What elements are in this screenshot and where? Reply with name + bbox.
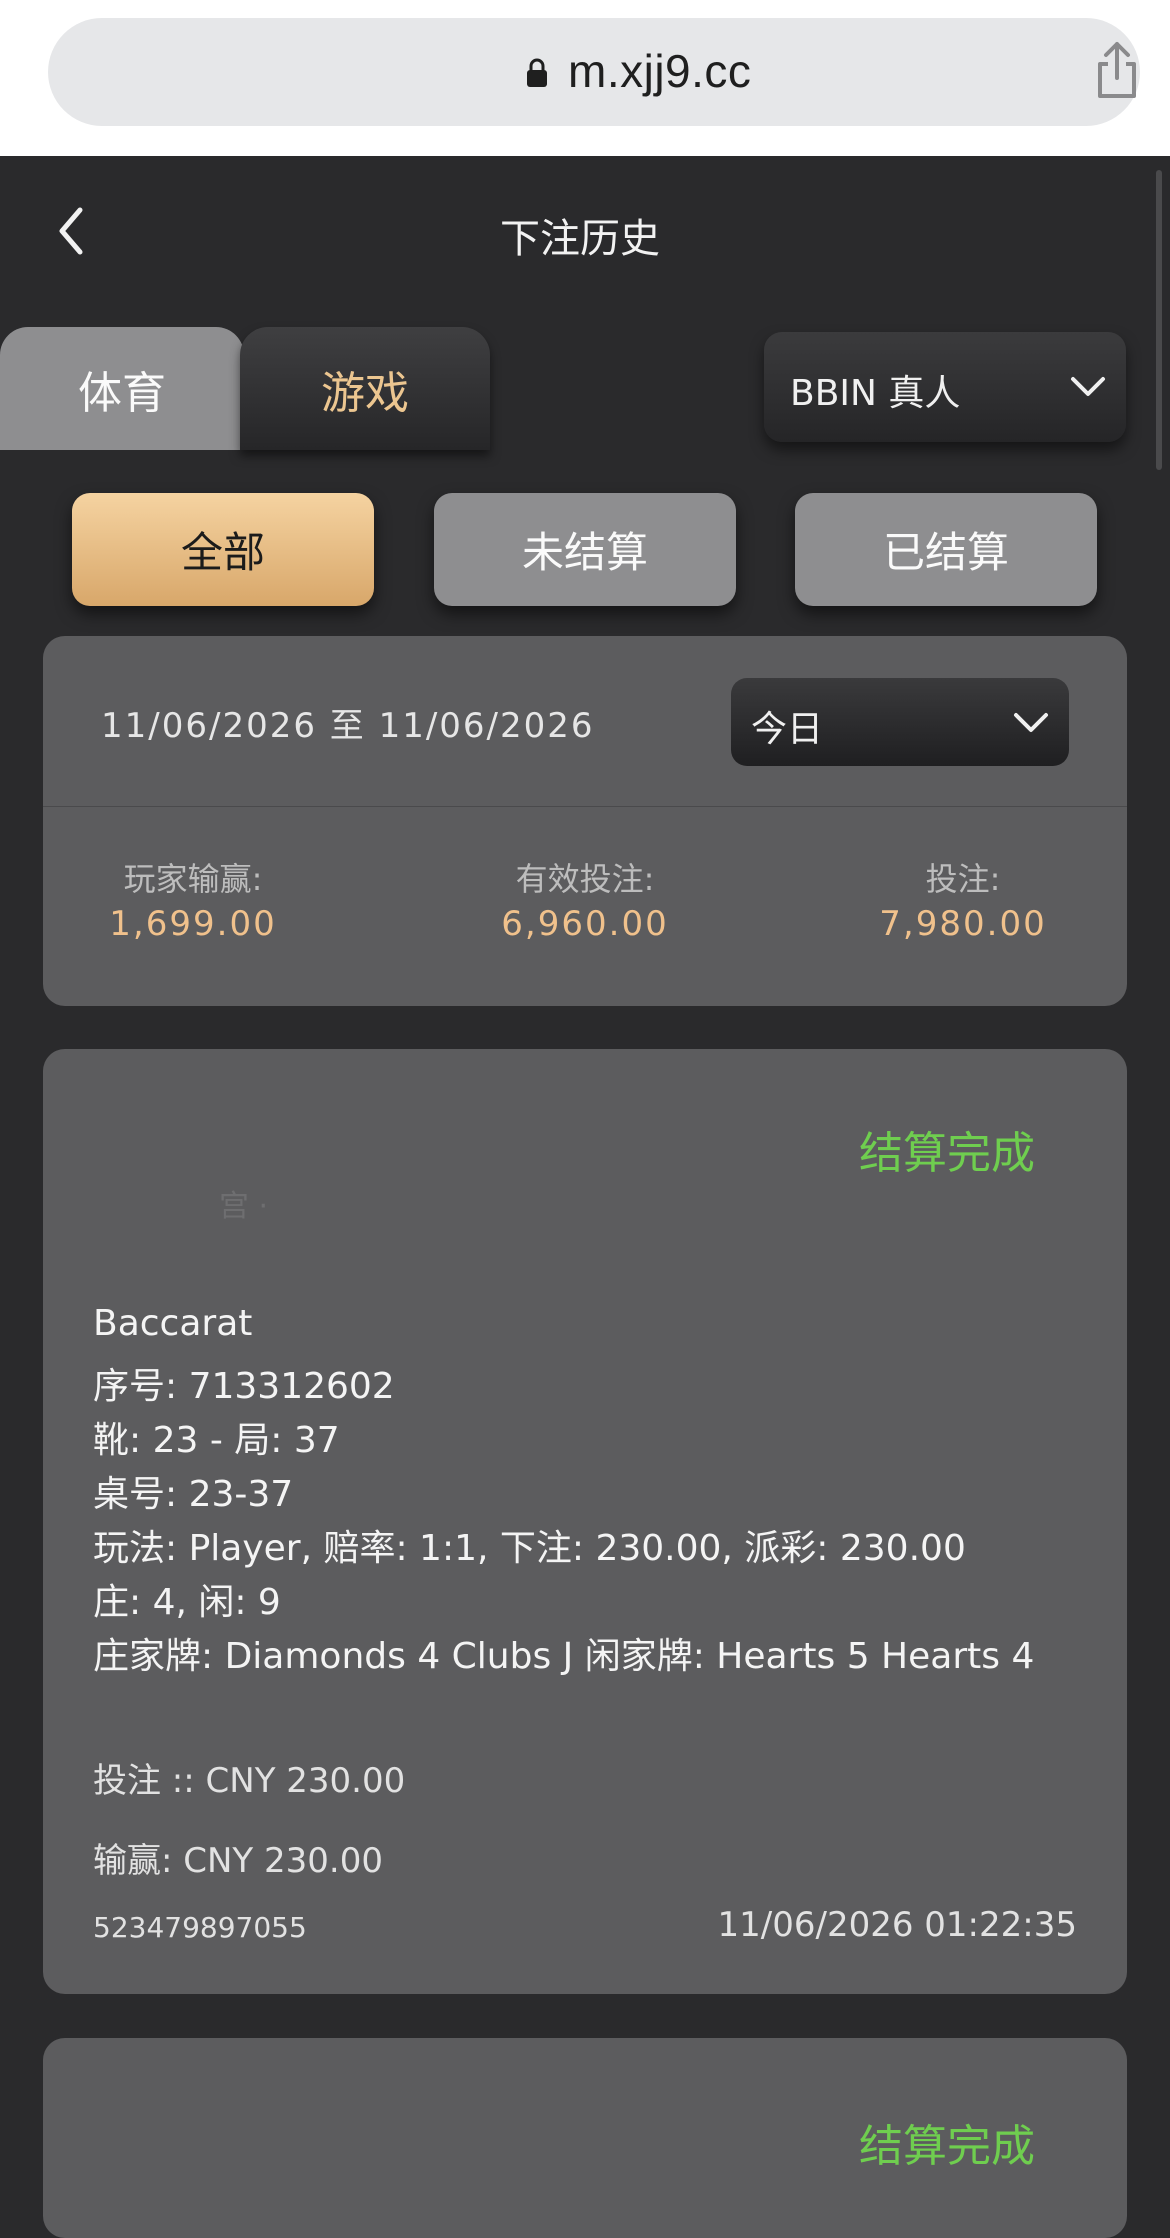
- bet-record-card[interactable]: 结算完成: [43, 2038, 1127, 2238]
- period-selected-value: 今日: [751, 709, 824, 750]
- stat-total-bet: 投注: 7,980.00: [813, 854, 1113, 944]
- platform-selected-value: BBIN 真人: [790, 373, 961, 414]
- settlement-status: 结算完成: [859, 1128, 1035, 1179]
- table-number: 桌号: 23-37: [93, 1474, 294, 1515]
- summary-card: 11/06/2026 至 11/06/2026 今日 玩家输赢: 1,699.0…: [43, 636, 1127, 1006]
- filter-all-button[interactable]: 全部: [72, 493, 374, 606]
- stat-player-winloss: 玩家输赢: 1,699.00: [43, 854, 343, 944]
- period-dropdown[interactable]: 今日: [731, 678, 1069, 766]
- tab-sports[interactable]: 体育: [0, 327, 244, 450]
- bet-time: 11/06/2026 01:22:35: [717, 1905, 1077, 1945]
- summary-divider: [43, 806, 1127, 807]
- cards-dealt: 庄家牌: Diamonds 4 Clubs J 闲家牌: Hearts 5 He…: [93, 1636, 1035, 1677]
- bet-id: 523479897055: [93, 1911, 307, 1944]
- date-range[interactable]: 11/06/2026 至 11/06/2026: [101, 698, 595, 747]
- filter-unsettled-button[interactable]: 未结算: [434, 493, 736, 606]
- lock-icon: [527, 58, 547, 87]
- shoe-round: 靴: 23 - 局: 37: [93, 1420, 340, 1461]
- page-header: 下注历史: [0, 156, 1170, 306]
- page-title: 下注历史: [500, 216, 660, 262]
- serial-number: 序号: 713312602: [93, 1366, 395, 1407]
- browser-chrome: m.xjj9.cc: [0, 0, 1170, 156]
- winloss-amount: 输赢: CNY 230.00: [93, 1841, 383, 1881]
- filter-settled-button[interactable]: 已结算: [795, 493, 1097, 606]
- stat-label: 有效投注:: [515, 860, 655, 898]
- chevron-down-icon: [1014, 713, 1048, 732]
- bet-record-card[interactable]: 结算完成 宫 · Baccarat 序号: 713312602 靴: 23 - …: [43, 1049, 1127, 1994]
- stat-value: 7,980.00: [879, 904, 1047, 944]
- score: 庄: 4, 闲: 9: [93, 1582, 281, 1623]
- game-name: Baccarat: [93, 1303, 253, 1344]
- share-icon[interactable]: [1094, 38, 1140, 102]
- settlement-status: 结算完成: [859, 2121, 1035, 2172]
- platform-dropdown[interactable]: BBIN 真人: [764, 332, 1126, 442]
- tab-games[interactable]: 游戏: [240, 327, 490, 450]
- chevron-down-icon: [1071, 377, 1105, 396]
- stake-amount: 投注 :: CNY 230.00: [93, 1761, 406, 1801]
- url-text: m.xjj9.cc: [568, 45, 752, 97]
- faint-text: 宫 ·: [219, 1189, 269, 1224]
- stat-label: 投注:: [925, 860, 1001, 898]
- stat-label: 玩家输赢:: [123, 860, 263, 898]
- play-details: 玩法: Player, 赔率: 1:1, 下注: 230.00, 派彩: 230…: [93, 1528, 966, 1569]
- stat-value: 1,699.00: [109, 904, 277, 944]
- stat-valid-bet: 有效投注: 6,960.00: [435, 854, 735, 944]
- address-bar[interactable]: m.xjj9.cc: [48, 18, 1140, 126]
- stat-value: 6,960.00: [501, 904, 669, 944]
